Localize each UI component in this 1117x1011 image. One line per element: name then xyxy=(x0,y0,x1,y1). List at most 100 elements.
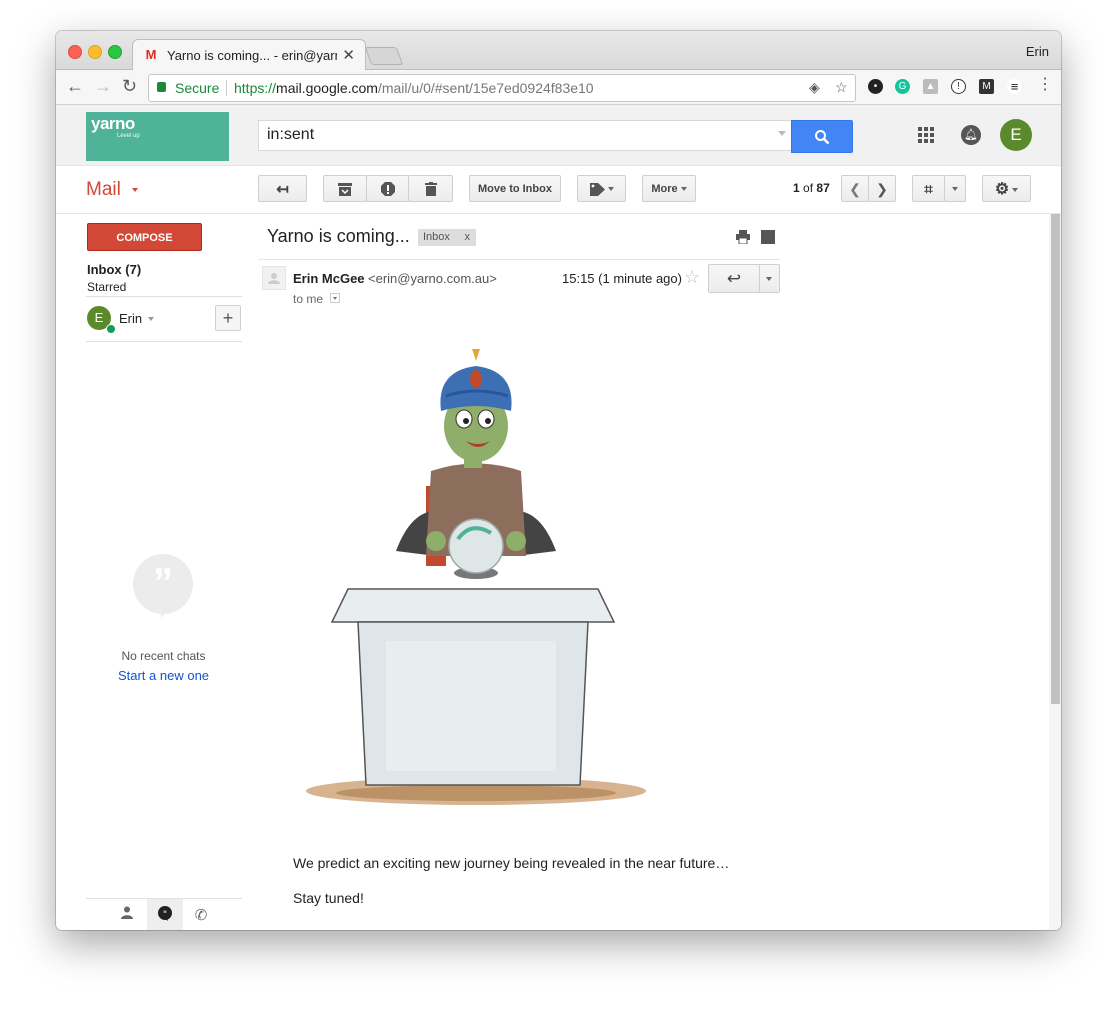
message-divider xyxy=(258,259,780,260)
star-icon[interactable]: ☆ xyxy=(684,267,700,288)
tab-close-icon[interactable]: ✕ xyxy=(342,46,355,64)
chat-user-name[interactable]: Erin xyxy=(119,311,142,326)
more-button[interactable]: More xyxy=(642,175,696,202)
bookmark-star-icon[interactable]: ☆ xyxy=(835,79,848,96)
label-name: Inbox xyxy=(423,231,450,243)
start-new-chat-link[interactable]: Start a new one xyxy=(86,668,241,683)
message-body-line: Stay tuned! xyxy=(293,890,364,906)
search-value: in:sent xyxy=(267,126,315,143)
print-icon[interactable] xyxy=(736,230,750,244)
sidebar-item-starred[interactable]: Starred xyxy=(87,280,126,294)
url-text: https://mail.google.com/mail/u/0/#sent/1… xyxy=(234,80,594,96)
plus-icon: + xyxy=(222,308,234,328)
address-bar[interactable]: Secure https://mail.google.com/mail/u/0/… xyxy=(148,74,856,102)
no-chats-text: No recent chats xyxy=(121,649,206,663)
report-spam-button[interactable] xyxy=(366,175,409,202)
browser-toolbar: ← → ↻ Secure https://mail.google.com/mai… xyxy=(56,70,1061,105)
reload-icon[interactable]: ↻ xyxy=(122,76,137,96)
layers-icon[interactable]: ≡ xyxy=(1007,79,1022,94)
mail-label[interactable]: Mail xyxy=(86,179,121,201)
pager-text: 1 of 87 xyxy=(793,181,830,195)
open-new-window-icon[interactable] xyxy=(761,230,775,244)
message-body-line: We predict an exciting new journey being… xyxy=(293,855,730,871)
maximize-window-button[interactable] xyxy=(108,45,122,59)
url-path: /mail/u/0/#sent/15e7ed0924f83e10 xyxy=(377,80,594,96)
extension-icon[interactable]: • xyxy=(868,79,883,94)
page-scrollbar[interactable] xyxy=(1049,214,1061,930)
svg-text:": " xyxy=(163,910,167,920)
lock-icon xyxy=(157,82,166,92)
new-tab-button[interactable] xyxy=(364,47,404,65)
m-extension-icon[interactable]: M xyxy=(979,79,994,94)
delete-button[interactable] xyxy=(408,175,453,202)
secure-label: Secure xyxy=(175,80,220,96)
mail-caret-icon[interactable] xyxy=(132,188,138,192)
browser-tab[interactable]: M Yarno is coming... - erin@yarno.com.au… xyxy=(132,39,366,71)
minimize-window-button[interactable] xyxy=(88,45,102,59)
close-window-button[interactable] xyxy=(68,45,82,59)
quote-icon: ” xyxy=(153,561,173,605)
sender-avatar xyxy=(262,266,286,290)
spam-icon xyxy=(380,182,395,197)
more-label: More xyxy=(651,183,678,195)
sidebar-divider xyxy=(86,341,242,342)
search-input[interactable]: in:sent xyxy=(258,120,793,151)
browser-menu-icon[interactable]: ⋮ xyxy=(1037,75,1053,95)
password-icon[interactable]: ! xyxy=(951,79,966,94)
newer-button[interactable]: ❮ xyxy=(841,175,869,202)
compose-button[interactable]: COMPOSE xyxy=(87,223,202,251)
eye-icon[interactable]: ◈ xyxy=(809,79,820,96)
browser-profile-name[interactable]: Erin xyxy=(1026,44,1049,59)
trash-icon xyxy=(424,182,437,197)
show-details-caret-icon[interactable] xyxy=(330,293,340,303)
browser-window: M Yarno is coming... - erin@yarno.com.au… xyxy=(56,31,1061,930)
phone-icon[interactable]: ✆ xyxy=(189,906,213,924)
move-to-inbox-button[interactable]: Move to Inbox xyxy=(469,175,561,202)
sender-name[interactable]: Erin McGee xyxy=(293,271,365,286)
label-tag-icon xyxy=(589,182,605,196)
older-button[interactable]: ❯ xyxy=(868,175,896,202)
sidebar-item-inbox[interactable]: Inbox (7) xyxy=(87,262,141,277)
remove-label-button[interactable]: x xyxy=(465,229,471,246)
more-actions-dropdown[interactable] xyxy=(759,264,780,293)
pager-total: 87 xyxy=(816,181,830,195)
back-arrow-icon[interactable]: ← xyxy=(66,76,84,96)
chat-status-caret-icon[interactable] xyxy=(148,317,154,321)
reply-button[interactable]: ↩ xyxy=(708,264,760,293)
add-chat-button[interactable]: + xyxy=(215,305,241,331)
back-to-sent-button[interactable]: ↤ xyxy=(258,175,307,202)
search-button[interactable] xyxy=(791,120,853,153)
labels-button[interactable] xyxy=(577,175,626,202)
yarno-logo[interactable]: yarno Level up xyxy=(86,112,229,161)
gear-icon: ⚙ xyxy=(994,181,1010,198)
action-bar: Mail ↤ Move to Inbox More 1 of 87 ❮ ❯ ⌗ … xyxy=(56,166,1061,214)
sidebar-divider xyxy=(86,296,242,297)
settings-button[interactable]: ⚙ xyxy=(982,175,1031,202)
logo-text: yarno xyxy=(91,114,135,133)
grammarly-icon[interactable]: G xyxy=(895,79,910,94)
url-host: mail.google.com xyxy=(276,80,378,96)
pager-of: of xyxy=(803,181,814,195)
sender-email: <erin@yarno.com.au> xyxy=(368,271,497,286)
apps-grid-icon[interactable] xyxy=(918,127,934,143)
inbox-label-chip: Inbox x xyxy=(418,229,476,246)
pager-current: 1 xyxy=(793,181,800,195)
scrollbar-thumb[interactable] xyxy=(1051,214,1060,704)
input-tools-icon: ⌗ xyxy=(924,181,933,198)
reply-arrow-icon: ↩ xyxy=(726,269,742,288)
tab-title: Yarno is coming... - erin@yarno.com.au xyxy=(167,48,337,63)
omnibox-separator xyxy=(226,80,227,96)
contacts-person-icon[interactable] xyxy=(115,906,139,923)
forward-arrow-icon[interactable]: → xyxy=(94,76,112,96)
chevron-right-icon: ❯ xyxy=(876,181,888,197)
input-tools-dropdown[interactable] xyxy=(944,175,966,202)
drive-icon[interactable]: ▲ xyxy=(923,79,938,94)
back-arrow-icon: ↤ xyxy=(276,181,289,198)
account-avatar[interactable]: E xyxy=(1000,119,1032,151)
archive-button[interactable] xyxy=(323,175,367,202)
gmail-header: yarno Level up in:sent 🔔︎ E xyxy=(56,105,1061,166)
input-tools-button[interactable]: ⌗ xyxy=(912,175,945,202)
search-options-caret-icon[interactable] xyxy=(778,131,786,136)
notifications-bell-icon[interactable]: 🔔︎ xyxy=(961,125,981,145)
hangouts-chat-icon[interactable]: " xyxy=(153,906,177,925)
